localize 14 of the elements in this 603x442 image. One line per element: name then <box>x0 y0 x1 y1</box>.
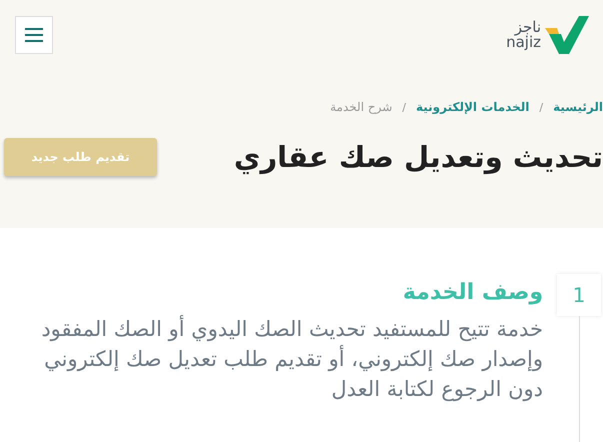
menu-button[interactable] <box>15 16 53 54</box>
breadcrumb-link[interactable]: الخدمات الإلكترونية <box>416 100 530 114</box>
page-title: تحديث وتعديل صك عقاري <box>234 140 603 174</box>
logo-text: ناجز <box>514 20 541 35</box>
breadcrumb-separator: / <box>402 100 406 114</box>
breadcrumb-separator: / <box>539 100 544 114</box>
step-number: 1 <box>557 274 601 316</box>
logo-check-icon <box>545 16 589 54</box>
breadcrumb-link[interactable]: الرئيسية <box>553 100 603 114</box>
logo-text: najiz <box>506 35 541 50</box>
section-description: خدمة تتيح للمستفيد تحديث الصك اليدوي أو الصك المفقود وإصدار صك إلكتروني، أو تقديم طلب تعديل صك إلكتروني دون الرجوع لكتابة العدل <box>40 315 543 404</box>
section-heading: وصف الخدمة <box>402 280 543 305</box>
current-page-label: شرح الخدمة <box>330 100 392 114</box>
menu-icon <box>25 28 43 42</box>
